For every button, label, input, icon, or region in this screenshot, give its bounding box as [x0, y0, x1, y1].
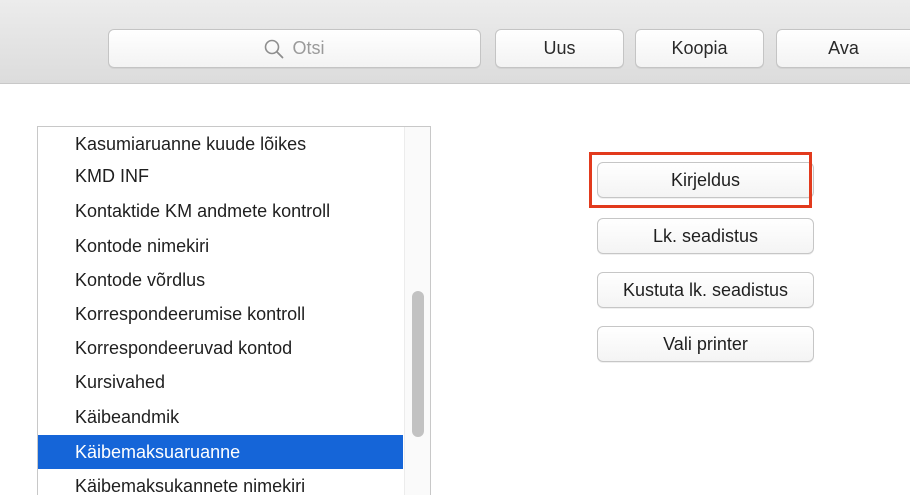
- list-item[interactable]: Käibeandmik: [38, 400, 403, 434]
- list-item[interactable]: Korrespondeeruvad kontod: [38, 331, 403, 365]
- list-item[interactable]: Kontode nimekiri: [38, 229, 403, 263]
- list-item[interactable]: Kontaktide KM andmete kontroll: [38, 194, 403, 228]
- search-placeholder: Otsi: [292, 38, 325, 58]
- scrollbar-thumb[interactable]: [412, 291, 424, 437]
- choose-printer-button[interactable]: Vali printer: [597, 326, 814, 362]
- search-field[interactable]: Otsi: [108, 29, 481, 68]
- list-item[interactable]: Kursivahed: [38, 365, 403, 399]
- list-item[interactable]: Kasumiaruanne kuude lõikes: [38, 127, 403, 161]
- list-item[interactable]: Kontode võrdlus: [38, 263, 403, 297]
- list-item[interactable]: Käibemaksukannete nimekiri: [38, 469, 403, 495]
- list-item[interactable]: Korrespondeerumise kontroll: [38, 297, 403, 331]
- page-setup-button[interactable]: Lk. seadistus: [597, 218, 814, 254]
- list-item-selected[interactable]: Käibemaksuaruanne: [38, 435, 403, 469]
- list-item[interactable]: KMD INF: [38, 159, 403, 193]
- toolbar: Otsi Uus Koopia Ava: [0, 0, 910, 84]
- copy-button[interactable]: Koopia: [635, 29, 764, 68]
- open-button[interactable]: Ava: [776, 29, 910, 68]
- delete-page-setup-button[interactable]: Kustuta lk. seadistus: [597, 272, 814, 308]
- search-icon: [265, 39, 284, 58]
- list-scrollbar[interactable]: [404, 127, 430, 495]
- new-button[interactable]: Uus: [495, 29, 624, 68]
- report-list[interactable]: Kasumiaruanne kuude lõikes KMD INF Konta…: [37, 126, 431, 495]
- highlight-frame: [589, 152, 812, 208]
